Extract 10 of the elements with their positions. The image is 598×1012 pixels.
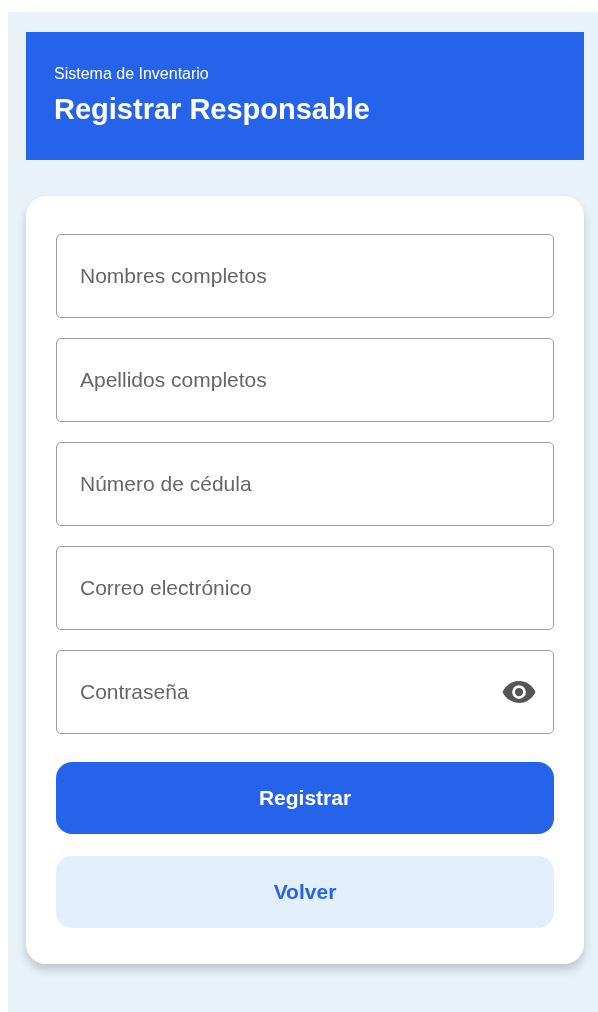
input-field[interactable]: Nombres completos xyxy=(56,234,554,318)
register-button[interactable]: Registrar xyxy=(56,762,554,834)
input-field[interactable]: Número de cédula xyxy=(56,442,554,526)
eye-icon[interactable] xyxy=(502,681,536,703)
page-title: Registrar Responsable xyxy=(54,92,371,127)
input-field[interactable]: Apellidos completos xyxy=(56,338,554,422)
back-button[interactable]: Volver xyxy=(56,856,554,928)
app-subtitle: Sistema de Inventario xyxy=(54,64,210,84)
password-field[interactable]: Contraseña xyxy=(56,650,554,734)
input-field[interactable]: Correo electrónico xyxy=(56,546,554,630)
